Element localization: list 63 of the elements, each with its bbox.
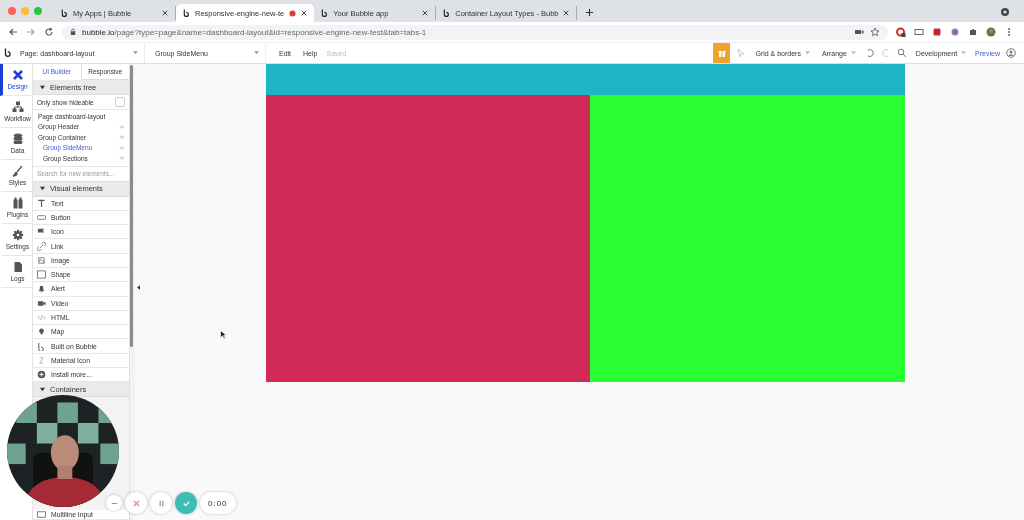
bubble-logo-icon (37, 341, 46, 351)
button-icon (37, 212, 46, 222)
close-tab-icon[interactable] (162, 10, 168, 16)
lock-icon (70, 28, 76, 36)
bubble-logo-icon (4, 48, 12, 58)
extension-icon[interactable] (896, 27, 906, 37)
bubble-logo-icon (183, 8, 190, 18)
bubble-logo-icon (61, 8, 68, 18)
plus-circle-icon (37, 370, 46, 380)
square-icon (37, 270, 46, 280)
back-icon[interactable] (8, 27, 18, 37)
scrollbar-thumb[interactable] (130, 65, 133, 347)
expand-icon (40, 84, 45, 90)
mouse-cursor-icon (220, 330, 226, 339)
link-icon (37, 241, 46, 251)
close-window-icon[interactable] (8, 7, 16, 15)
close-tab-icon[interactable] (563, 10, 570, 16)
database-icon (11, 133, 24, 145)
puzzle-icon[interactable] (968, 27, 978, 37)
image-icon (37, 255, 46, 265)
search-icon[interactable] (896, 48, 907, 58)
camera-icon[interactable] (854, 27, 864, 37)
finish-button[interactable] (175, 492, 197, 514)
recording-timer: 0:00 (200, 492, 236, 514)
gear-icon[interactable] (1000, 7, 1010, 17)
cross-icon (11, 69, 24, 81)
bubble-logo-icon (321, 8, 329, 18)
cursor-icon[interactable] (736, 48, 747, 58)
gear-icon (11, 229, 24, 241)
address-bar[interactable]: bubble.io/page?type=page&name=dashboard-layout&id=responsive-engine-new-test&tab=tabs-1 (62, 24, 888, 40)
star-icon[interactable] (870, 27, 880, 37)
caret-icon (254, 51, 259, 55)
caret-icon (850, 51, 856, 55)
caret-icon (804, 51, 810, 55)
avatar-icon[interactable] (986, 27, 996, 37)
caret-icon (133, 51, 138, 55)
bubble-logo-icon (443, 8, 451, 18)
text-icon (37, 198, 46, 208)
collapse-icon[interactable] (137, 284, 140, 290)
bell-icon (37, 284, 46, 294)
expand-icon (40, 186, 45, 191)
checkbox[interactable] (115, 97, 125, 107)
video-camera-icon (37, 298, 46, 308)
code-icon (37, 313, 46, 322)
input-icon (37, 510, 46, 519)
map-pin-icon (37, 327, 46, 337)
expand-icon (40, 386, 45, 392)
pause-button[interactable] (150, 492, 172, 514)
maximize-window-icon[interactable] (34, 7, 42, 15)
gift-icon[interactable] (713, 43, 731, 63)
sitemap-icon (11, 101, 24, 113)
close-icon (131, 498, 141, 508)
cancel-button[interactable] (125, 492, 147, 514)
new-tab-icon[interactable] (585, 8, 595, 17)
check-icon (181, 498, 191, 508)
caret-icon (961, 51, 967, 55)
user-icon[interactable] (1006, 48, 1016, 58)
close-tab-icon[interactable] (301, 10, 308, 16)
plug-icon (11, 197, 24, 209)
close-tab-icon[interactable] (422, 10, 429, 16)
forward-icon[interactable] (26, 27, 36, 37)
reload-icon[interactable] (44, 27, 54, 37)
brush-icon (11, 165, 24, 177)
